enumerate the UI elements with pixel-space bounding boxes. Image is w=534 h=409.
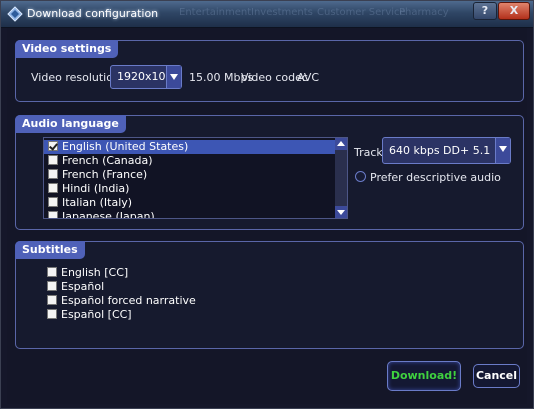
audio-list-scrollbar[interactable] bbox=[335, 138, 347, 218]
subtitle-label: Español bbox=[61, 280, 105, 293]
track-value: 640 kbps DD+ 5.1 bbox=[389, 144, 491, 157]
language-checkbox[interactable] bbox=[48, 211, 58, 218]
subtitle-checkbox[interactable] bbox=[47, 281, 57, 291]
app-icon bbox=[7, 6, 23, 22]
language-checkbox[interactable] bbox=[48, 141, 58, 151]
track-label: Track bbox=[354, 146, 383, 159]
subtitle-item[interactable]: Español forced narrative bbox=[43, 294, 323, 308]
window-title: Download configuration bbox=[27, 7, 159, 20]
subtitle-item[interactable]: Español [CC] bbox=[43, 308, 323, 322]
scroll-up-icon[interactable] bbox=[335, 138, 347, 150]
language-checkbox[interactable] bbox=[48, 197, 58, 207]
dialog-body: Video settings Video resolution 1920x104… bbox=[7, 28, 527, 404]
subtitle-label: English [CC] bbox=[61, 266, 129, 279]
audio-language-item[interactable]: French (Canada) bbox=[44, 154, 336, 168]
descriptive-audio-checkbox[interactable] bbox=[355, 171, 366, 182]
audio-language-list[interactable]: English (United States) French (Canada) Fr… bbox=[43, 137, 348, 219]
chevron-down-icon[interactable] bbox=[495, 138, 510, 163]
audio-language-item[interactable]: French (France) bbox=[44, 168, 336, 182]
title-bar[interactable]: Download configuration Entertainment Inv… bbox=[1, 1, 533, 28]
audio-language-header: Audio language bbox=[15, 115, 126, 133]
video-resolution-dropdown[interactable]: 1920x1040 bbox=[110, 65, 182, 89]
video-resolution-label: Video resolution bbox=[31, 71, 120, 84]
language-label: Italian (Italy) bbox=[62, 196, 133, 209]
audio-language-group: Audio language English (United States) Fr… bbox=[15, 115, 524, 230]
scroll-down-icon[interactable] bbox=[335, 206, 347, 218]
audio-language-item[interactable]: Hindi (India) bbox=[44, 182, 336, 196]
language-label: French (France) bbox=[62, 168, 148, 181]
video-settings-group: Video settings Video resolution 1920x104… bbox=[15, 40, 524, 102]
subtitle-checkbox[interactable] bbox=[47, 309, 57, 319]
help-button[interactable]: ? bbox=[473, 2, 497, 20]
download-config-window: Download configuration Entertainment Inv… bbox=[0, 0, 534, 409]
descriptive-audio-label[interactable]: Prefer descriptive audio bbox=[370, 171, 501, 184]
chevron-down-icon[interactable] bbox=[166, 66, 181, 88]
subtitle-label: Español forced narrative bbox=[61, 294, 196, 307]
subtitles-group: Subtitles English [CC] Español Español for… bbox=[15, 241, 524, 349]
cancel-button[interactable]: Cancel bbox=[473, 364, 520, 388]
download-button[interactable]: Download! bbox=[387, 361, 461, 391]
subtitles-header: Subtitles bbox=[15, 241, 85, 259]
background-tab: Investments bbox=[251, 7, 313, 18]
subtitle-checkbox[interactable] bbox=[47, 267, 57, 277]
video-settings-header: Video settings bbox=[15, 40, 119, 58]
track-dropdown[interactable]: 640 kbps DD+ 5.1 bbox=[382, 137, 511, 164]
subtitle-item[interactable]: English [CC] bbox=[43, 266, 323, 280]
language-checkbox[interactable] bbox=[48, 183, 58, 193]
close-button[interactable]: X bbox=[498, 2, 530, 20]
audio-language-item[interactable]: English (United States) bbox=[44, 140, 336, 154]
language-label: Japanese (Japan) bbox=[62, 210, 155, 219]
language-label: Hindi (India) bbox=[62, 182, 130, 195]
background-tab: Customer Service bbox=[317, 7, 406, 18]
subtitles-list: English [CC] Español Español forced narrat… bbox=[43, 266, 343, 326]
audio-language-item[interactable]: Japanese (Japan) bbox=[44, 210, 336, 219]
subtitle-item[interactable]: Español bbox=[43, 280, 323, 294]
subtitle-label: Español [CC] bbox=[61, 308, 132, 321]
background-tab: Pharmacy bbox=[399, 7, 449, 18]
language-checkbox[interactable] bbox=[48, 155, 58, 165]
background-tab: Entertainment bbox=[179, 7, 252, 18]
video-codec-value: AVC bbox=[297, 71, 320, 84]
language-label: French (Canada) bbox=[62, 154, 153, 167]
language-label: English (United States) bbox=[62, 140, 189, 153]
audio-language-item[interactable]: Italian (Italy) bbox=[44, 196, 336, 210]
subtitle-checkbox[interactable] bbox=[47, 295, 57, 305]
language-checkbox[interactable] bbox=[48, 169, 58, 179]
